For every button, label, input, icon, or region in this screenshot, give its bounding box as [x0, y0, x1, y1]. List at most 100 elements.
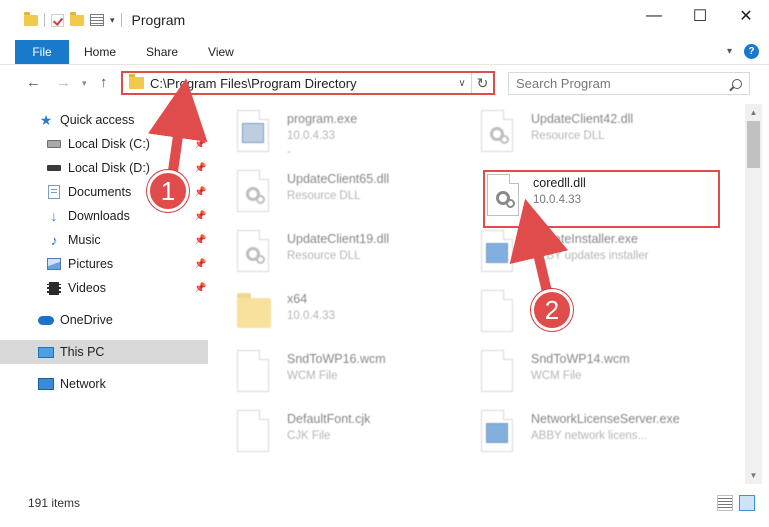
drive-icon [46, 161, 62, 175]
file-item-updateclient19[interactable]: UpdateClient19.dll Resource DLL [233, 226, 473, 286]
file-item-x64-folder[interactable]: x64 10.0.4.33 [233, 286, 473, 346]
forward-arrow-icon[interactable]: → [56, 74, 71, 91]
properties-check-icon[interactable] [51, 13, 64, 27]
search-input[interactable]: Search Program [516, 76, 725, 91]
file-item-unnamed[interactable] [477, 286, 717, 346]
address-dropdown-icon[interactable]: ∨ [453, 78, 471, 89]
file-icon [481, 350, 515, 394]
pin-icon[interactable]: 📌 [194, 187, 206, 198]
file-item-updateclient42[interactable]: UpdateClient42.dll Resource DLL [477, 106, 717, 166]
sidebar-item-label: Network [60, 377, 106, 391]
properties-icon[interactable] [90, 14, 104, 26]
sidebar-item-videos[interactable]: Videos 📌 [0, 276, 208, 300]
music-icon: ♪ [50, 232, 58, 248]
minimize-button[interactable]: — [631, 0, 677, 32]
file-name: UpdateClient42.dll [531, 112, 634, 126]
folder-icon [237, 290, 271, 334]
sidebar-item-pictures[interactable]: Pictures 📌 [0, 252, 208, 276]
sidebar-item-label: Quick access [60, 113, 135, 127]
address-path[interactable]: C:\Program Files\Program Directory [150, 76, 453, 91]
pin-icon[interactable]: 📌 [194, 163, 206, 174]
file-item-updateclient65[interactable]: UpdateClient65.dll Resource DLL [233, 166, 473, 226]
file-item-program-exe[interactable]: program.exe 10.0.4.33 - [233, 106, 473, 166]
sidebar-item-label: Downloads [68, 209, 130, 223]
refresh-icon[interactable]: ↻ [471, 73, 493, 93]
help-icon[interactable]: ? [744, 44, 759, 59]
tiles-view-icon[interactable] [739, 495, 755, 511]
scroll-thumb[interactable] [747, 121, 760, 168]
navigation-pane: ★ Quick access Local Disk (C:) 📌 Local D… [0, 104, 212, 484]
customize-dropdown-icon[interactable]: ▾ [110, 15, 115, 26]
maximize-button[interactable]: ☐ [677, 0, 723, 32]
sidebar-item-music[interactable]: ♪ Music 📌 [0, 228, 208, 252]
details-view-icon[interactable] [717, 495, 733, 511]
new-folder-icon[interactable] [70, 11, 84, 26]
toolbar-divider [44, 13, 45, 27]
pin-icon[interactable]: 📌 [194, 139, 206, 150]
toolbar-divider [120, 13, 122, 27]
file-type: Resource DLL [531, 130, 605, 142]
pin-icon[interactable]: 📌 [194, 211, 206, 222]
sidebar-item-onedrive[interactable]: OneDrive [0, 308, 208, 332]
file-item-sndtowp16[interactable]: SndToWP16.wcm WCM File [233, 346, 473, 406]
file-name: UpdateClient19.dll [287, 232, 390, 246]
file-item-networklicenseserver[interactable]: NetworkLicenseServer.exe ABBY network li… [477, 406, 717, 466]
expand-ribbon-icon[interactable]: ▾ [727, 46, 732, 57]
file-icon [237, 410, 271, 454]
file-type: WCM File [287, 370, 338, 382]
dll-icon [237, 170, 271, 214]
file-item-updateinstaller[interactable]: UpdateInstaller.exe ABBY updates install… [477, 226, 717, 286]
sidebar-item-quick-access[interactable]: ★ Quick access [0, 108, 208, 132]
pin-icon[interactable]: 📌 [194, 283, 206, 294]
sidebar-item-label: Music [68, 233, 101, 247]
pin-icon[interactable]: 📌 [194, 235, 206, 246]
file-name: SndToWP16.wcm [287, 352, 386, 366]
recent-locations-icon[interactable]: ▾ [82, 78, 87, 89]
search-icon[interactable] [725, 78, 749, 89]
sidebar-item-label: Videos [68, 281, 106, 295]
tab-share[interactable]: Share [131, 40, 193, 64]
search-box[interactable]: Search Program [508, 72, 750, 95]
sidebar-item-local-disk-c[interactable]: Local Disk (C:) 📌 [0, 132, 208, 156]
file-item-defaultfont[interactable]: DefaultFont.cjk CJK File [233, 406, 473, 466]
scroll-down-icon[interactable]: ▼ [745, 467, 762, 484]
documents-icon [46, 185, 62, 199]
file-name: UpdateInstaller.exe [531, 232, 639, 246]
file-type: Resource DLL [287, 190, 361, 202]
close-button[interactable]: ✕ [723, 0, 769, 32]
sidebar-item-network[interactable]: Network [0, 372, 208, 396]
sidebar-item-label: Local Disk (D:) [68, 161, 150, 175]
vertical-scrollbar[interactable]: ▲ ▼ [745, 104, 762, 484]
back-arrow-icon[interactable]: ← [26, 74, 41, 91]
onedrive-icon [38, 313, 54, 327]
scroll-up-icon[interactable]: ▲ [745, 104, 762, 121]
folder-icon[interactable] [24, 11, 38, 26]
exe-icon [481, 410, 515, 454]
file-list: program.exe 10.0.4.33 - UpdateClient42.d… [213, 104, 745, 484]
file-name: program.exe [287, 112, 358, 126]
callout-step-1: 1 [147, 170, 189, 212]
drive-icon [46, 137, 62, 151]
tab-view[interactable]: View [193, 40, 249, 64]
address-bar[interactable]: C:\Program Files\Program Directory ∨ ↻ [121, 71, 495, 95]
file-item-sndtowp14[interactable]: SndToWP14.wcm WCM File [477, 346, 717, 406]
sidebar-item-label: This PC [60, 345, 105, 359]
sidebar-item-this-pc[interactable]: This PC [0, 340, 208, 364]
file-name: DefaultFont.cjk [287, 412, 371, 426]
sidebar-item-label: Pictures [68, 257, 114, 271]
file-version: 10.0.4.33 [287, 130, 335, 142]
tab-home[interactable]: Home [69, 40, 131, 64]
tab-file[interactable]: File [15, 40, 69, 64]
sidebar-item-label: Local Disk (C:) [68, 137, 150, 151]
up-arrow-icon[interactable]: ↑ [100, 74, 108, 91]
exe-icon [481, 230, 515, 274]
file-detail: - [287, 146, 291, 158]
downloads-icon: ↓ [50, 208, 58, 224]
pc-icon [38, 345, 54, 359]
pin-icon[interactable]: 📌 [194, 259, 206, 270]
videos-icon [46, 281, 62, 295]
file-version: 10.0.4.33 [287, 310, 335, 322]
dll-icon [481, 110, 515, 154]
ribbon-right-controls: ▾ ? [727, 44, 759, 59]
file-type: ABBY updates installer [531, 250, 649, 262]
